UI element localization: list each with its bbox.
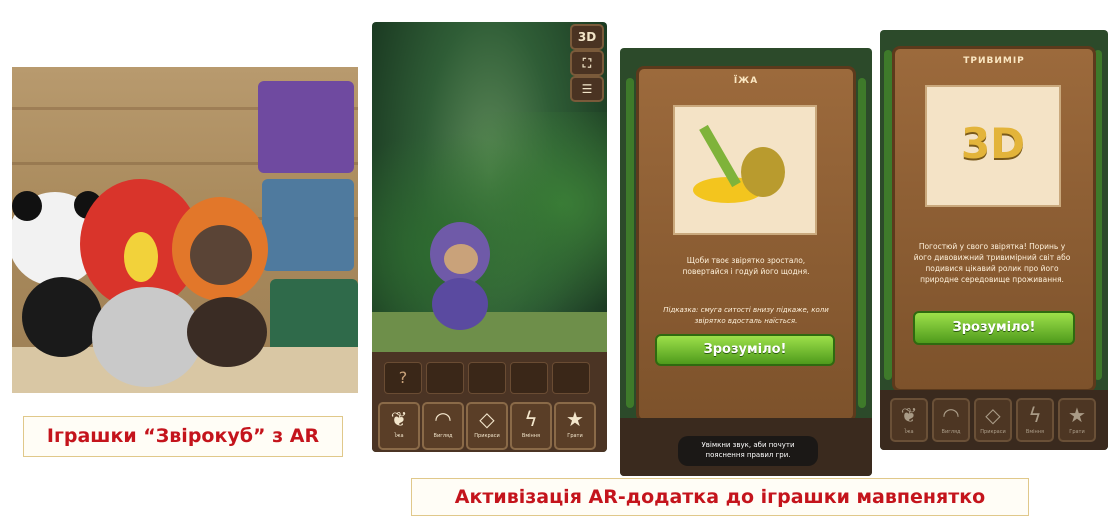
tab-skills[interactable]: ϟ Вміння — [510, 402, 552, 450]
cube-top — [258, 81, 354, 173]
diamond-icon: ◇ — [985, 403, 1001, 427]
star-icon: ★ — [1068, 403, 1086, 427]
food-tutorial-screen: ЇЖА Щоби твоє звірятко зростало, поверта… — [620, 48, 872, 476]
tab-play[interactable]: ★ Грати — [554, 402, 596, 450]
sound-tooltip: Увімкни звук, аби почути пояснення прави… — [678, 436, 818, 466]
rainbow-icon: ◠ — [434, 407, 452, 431]
diamond-icon: ◇ — [479, 407, 495, 431]
tab-food[interactable]: ❦ Їжа — [890, 398, 928, 442]
rainbow-icon: ◠ — [942, 403, 960, 427]
tab-skills[interactable]: ϟ Вміння — [1016, 398, 1054, 442]
slot-accessory-3[interactable] — [468, 362, 506, 394]
tab-decor[interactable]: ◇ Прикраси — [466, 402, 508, 450]
dialog-text: Погостюй у свого звірятка! Поринь у його… — [913, 242, 1071, 284]
dialog-title: ТРИВИМІР — [963, 56, 1025, 66]
tab-play[interactable]: ★ Грати — [1058, 398, 1096, 442]
toys-caption: Іграшки “Звірокуб” з AR — [23, 416, 343, 457]
tab-look[interactable]: ◠ Вигляд — [422, 402, 464, 450]
got-it-button[interactable]: Зрозуміло! — [913, 311, 1075, 345]
toys-photo — [12, 67, 358, 393]
slot-accessory-5[interactable] — [552, 362, 590, 394]
food-icon: ❦ — [390, 407, 408, 431]
durian-icon — [741, 147, 785, 197]
ar-app-screen: 3D ⛶ ☰ ? ❦ Їжа ◠ Вигляд ◇ Прикраси ϟ Вміння … — [372, 22, 607, 452]
lightning-icon: ϟ — [1028, 403, 1042, 427]
food-illustration — [673, 105, 817, 235]
food-icon: ❦ — [900, 403, 918, 427]
menu-icon[interactable]: ☰ — [570, 76, 604, 102]
3d-tutorial-screen: ТРИВИМІР 3D Погостюй у свого звірятка! П… — [880, 30, 1108, 450]
tab-look[interactable]: ◠ Вигляд — [932, 398, 970, 442]
scan-icon[interactable]: ⛶ — [570, 50, 604, 76]
dialog-title: ЇЖА — [733, 76, 759, 86]
slot-accessory-1[interactable]: ? — [384, 362, 422, 394]
activation-caption: Активізація AR-додатка до іграшки мавпен… — [411, 478, 1029, 516]
3d-illustration: 3D — [925, 85, 1061, 207]
slot-accessory-4[interactable] — [510, 362, 548, 394]
food-dialog: ЇЖА Щоби твоє звірятко зростало, поверта… — [636, 66, 856, 422]
tab-decor[interactable]: ◇ Прикраси — [974, 398, 1012, 442]
view-3d-button[interactable]: 3D — [570, 24, 604, 50]
3d-badge: 3D — [960, 119, 1026, 168]
cube-middle — [262, 179, 354, 271]
slot-accessory-2[interactable] — [426, 362, 464, 394]
3d-dialog: ТРИВИМІР 3D Погостюй у свого звірятка! П… — [892, 46, 1096, 392]
dialog-hint: Підказка: смуга ситості внизу підкаже, к… — [663, 306, 829, 325]
tab-food[interactable]: ❦ Їжа — [378, 402, 420, 450]
star-icon: ★ — [566, 407, 584, 431]
lightning-icon: ϟ — [524, 407, 538, 431]
got-it-button[interactable]: Зрозуміло! — [655, 334, 835, 366]
dialog-text: Щоби твоє звірятко зростало, повертайся … — [682, 256, 810, 276]
